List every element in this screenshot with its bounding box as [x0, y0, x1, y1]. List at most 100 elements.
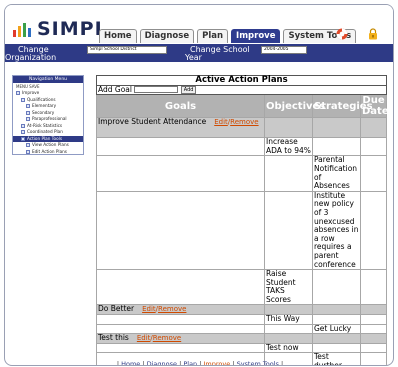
- tab-home[interactable]: Home: [99, 29, 137, 43]
- column-due-dates: Due Dates: [359, 94, 394, 119]
- folder-icon: [26, 104, 30, 109]
- empty-cell: [359, 333, 388, 344]
- column-goals: Goals: [96, 94, 265, 119]
- plan-item-row: Test now: [96, 342, 388, 354]
- empty-cell: [359, 117, 388, 139]
- table-title: Active Action Plans: [95, 75, 388, 86]
- goal-cell: Test this Edit/Remove: [96, 333, 265, 344]
- due-date-cell: [359, 342, 388, 354]
- tab-improve[interactable]: Improve: [231, 29, 281, 43]
- objective-cell: [264, 190, 313, 271]
- nav-menu-save-links[interactable]: MENU SAVE: [13, 83, 83, 90]
- context-bar: Change Organization Simpl School Distric…: [5, 44, 393, 62]
- strategy-cell: [312, 137, 361, 157]
- nav-item-label: Edit Action Plans: [32, 148, 67, 154]
- app-window: SIMPL Home Diagnose Plan Improve System …: [4, 4, 394, 366]
- goal-cell: [96, 155, 265, 192]
- objective-cell: [264, 323, 313, 335]
- logo-text: SIMPL: [37, 18, 108, 40]
- folder-icon: [26, 110, 30, 115]
- nav-item[interactable]: Edit Action Plans: [13, 149, 83, 156]
- plan-item-row: Raise Student TAKS Scores: [96, 269, 388, 306]
- strategy-cell: Parental Notification of Absences: [312, 155, 361, 192]
- plan-item-row: Get Lucky: [96, 323, 388, 335]
- due-date-cell: [359, 137, 388, 157]
- objective-cell: [264, 155, 313, 192]
- folder-icon: [26, 117, 30, 122]
- column-objectives: Objectives: [264, 94, 325, 119]
- goal-name: Test this: [98, 333, 129, 343]
- tab-plan[interactable]: Plan: [197, 29, 229, 43]
- navigation-menu: Navigation Menu MENU SAVE Improve Qualifi…: [12, 75, 84, 155]
- main-tabs: Home Diagnose Plan Improve System Tools: [99, 29, 357, 43]
- goal-cell: [96, 137, 265, 157]
- logo-bars-icon: [13, 23, 35, 37]
- folder-icon: [21, 130, 25, 135]
- folder-icon: [26, 143, 30, 148]
- goal-cell: [96, 269, 265, 306]
- folder-icon: [21, 123, 25, 128]
- footer-link[interactable]: Plan: [183, 360, 197, 365]
- goal-row: Test this Edit/Remove: [96, 333, 388, 344]
- plan-item-row: Parental Notification of Absences: [96, 155, 388, 192]
- goal-cell: [96, 190, 265, 271]
- due-date-cell: [359, 314, 388, 325]
- edit-link[interactable]: Edit: [214, 118, 228, 126]
- folder-icon: [21, 97, 25, 102]
- remove-link[interactable]: Remove: [230, 118, 258, 126]
- strategy-cell: [312, 269, 361, 306]
- objective-cell: Test now: [264, 342, 313, 354]
- plan-item-row: This Way: [96, 314, 388, 325]
- lifebuoy-icon: [336, 28, 348, 40]
- change-school-year-label-line2: Year: [185, 53, 202, 62]
- goal-name: Improve Student Attendance: [98, 117, 207, 127]
- goal-row: Do Better Edit/Remove: [96, 304, 388, 316]
- organization-select[interactable]: Simpl School District: [87, 46, 167, 54]
- add-goal-row: Add Goal Add: [95, 84, 388, 96]
- empty-cell: [359, 304, 388, 316]
- goal-cell: [96, 342, 265, 354]
- header: SIMPL Home Diagnose Plan Improve System …: [5, 5, 393, 50]
- remove-link[interactable]: Remove: [158, 305, 186, 313]
- empty-cell: [312, 333, 361, 344]
- footer-link[interactable]: Improve: [204, 360, 231, 365]
- school-year-select[interactable]: 2004-2005: [261, 46, 307, 54]
- goal-cell: Improve Student Attendance Edit/Remove: [96, 117, 265, 139]
- footer-separator: |: [278, 360, 284, 366]
- objective-cell: Increase ADA to 94%: [264, 137, 313, 157]
- objective-cell: Raise Student TAKS Scores: [264, 269, 313, 306]
- edit-link[interactable]: Edit: [137, 334, 151, 342]
- footer-link[interactable]: Diagnose: [147, 360, 177, 365]
- goal-cell: [96, 314, 265, 325]
- edit-link[interactable]: Edit: [142, 305, 156, 313]
- footer-link[interactable]: System Tools: [237, 360, 279, 365]
- strategy-cell: Get Lucky: [312, 323, 361, 335]
- add-goal-label: Add Goal: [98, 84, 132, 94]
- change-organization-label-line2: Organization: [5, 53, 57, 62]
- remove-link[interactable]: Remove: [153, 334, 181, 342]
- due-date-cell: [359, 190, 388, 271]
- folder-icon: [26, 149, 30, 154]
- strategy-cell: [312, 314, 361, 325]
- plan-item-row: Institute new policy of 3 unexcused abse…: [96, 190, 388, 271]
- action-plans-panel: Active Action Plans Add Goal Add Goals O…: [95, 75, 394, 365]
- due-date-cell: [359, 269, 388, 306]
- folder-icon: [21, 136, 25, 141]
- goal-row: Improve Student Attendance Edit/Remove: [96, 117, 388, 139]
- empty-cell: [264, 117, 313, 139]
- strategy-cell: Institute new policy of 3 unexcused abse…: [312, 190, 361, 271]
- objective-cell: This Way: [264, 314, 313, 325]
- column-strategies: Strategies: [312, 94, 373, 119]
- tab-diagnose[interactable]: Diagnose: [139, 29, 195, 43]
- due-date-cell: [359, 323, 388, 335]
- action-plans-table: Active Action Plans Add Goal Add Goals O…: [95, 75, 394, 365]
- empty-cell: [312, 117, 361, 139]
- goal-cell: Do Better Edit/Remove: [96, 304, 265, 316]
- plan-item-row: Increase ADA to 94%: [96, 137, 388, 157]
- add-goal-button[interactable]: Add: [180, 85, 197, 94]
- lock-icon: [369, 28, 377, 40]
- add-goal-input[interactable]: [134, 86, 179, 94]
- goal-name: Do Better: [98, 304, 135, 314]
- due-date-cell: [359, 155, 388, 192]
- footer-link[interactable]: Home: [121, 360, 140, 365]
